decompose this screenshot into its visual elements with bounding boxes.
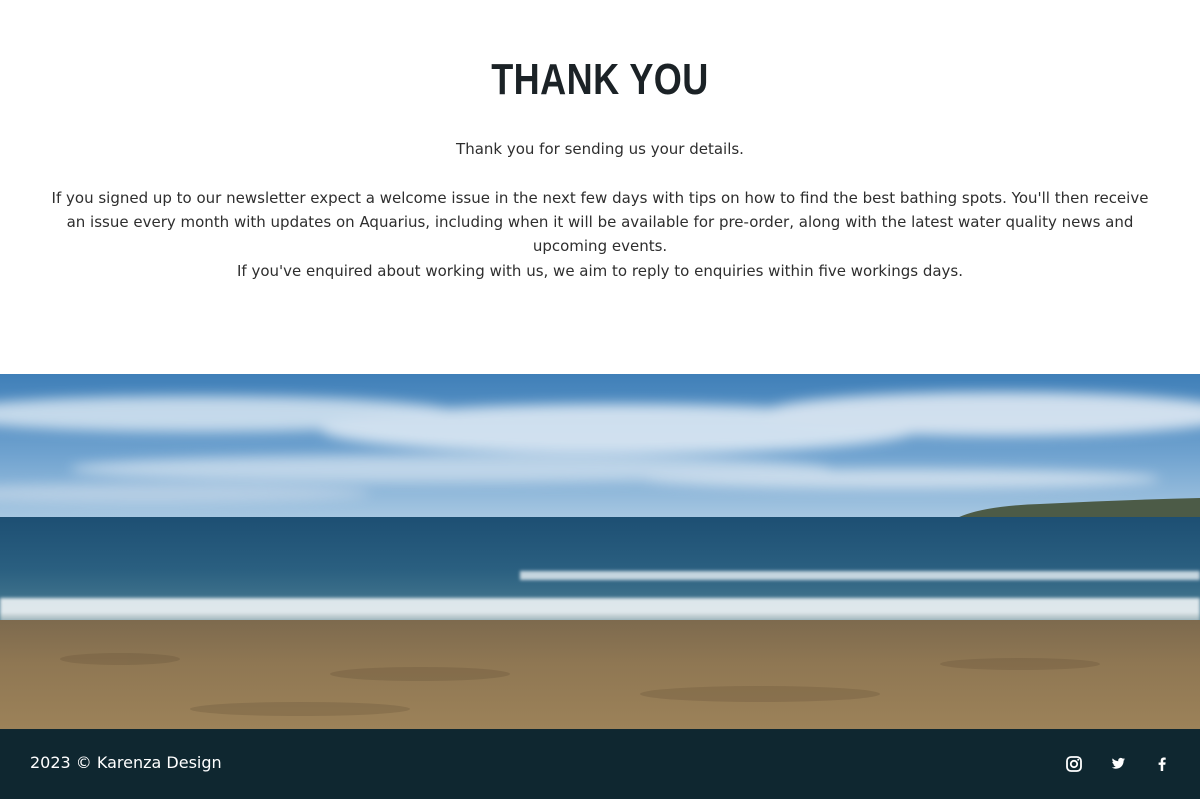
facebook-link[interactable] bbox=[1150, 752, 1174, 776]
instagram-icon bbox=[1066, 756, 1082, 772]
thank-you-section: THANK YOU Thank you for sending us your … bbox=[0, 0, 1200, 374]
beach-hero-image bbox=[0, 374, 1200, 729]
page-title: THANK YOU bbox=[491, 55, 709, 104]
social-links bbox=[1062, 752, 1174, 776]
site-footer: 2023 © Karenza Design bbox=[0, 729, 1200, 799]
copyright-text: 2023 © Karenza Design bbox=[30, 753, 222, 772]
twitter-link[interactable] bbox=[1106, 752, 1130, 776]
beach-illustration bbox=[0, 374, 1200, 729]
twitter-icon bbox=[1111, 757, 1125, 769]
enquiry-message: If you've enquired about working with us… bbox=[236, 262, 964, 280]
facebook-icon bbox=[1158, 757, 1166, 771]
instagram-link[interactable] bbox=[1062, 752, 1086, 776]
newsletter-message: If you signed up to our newsletter expec… bbox=[51, 189, 1149, 255]
thank-you-message: Thank you for sending us your details. bbox=[456, 140, 744, 158]
